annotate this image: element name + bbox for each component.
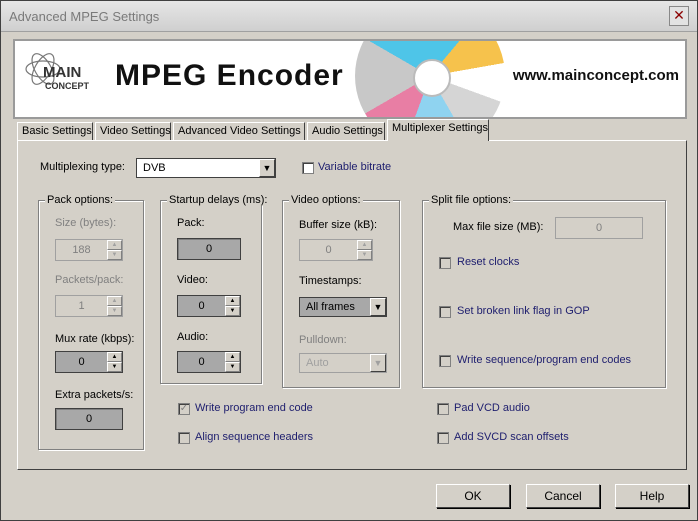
write-program-end-checkbox[interactable]: ✓ — [178, 403, 190, 415]
chevron-down-icon: ▼ — [259, 159, 275, 177]
ok-button[interactable]: OK — [436, 484, 510, 508]
multiplexer-panel: Multiplexing type: DVB ▼ Variable bitrat… — [17, 140, 687, 470]
chevron-down-icon: ▼ — [370, 298, 386, 316]
pulldown-label: Pulldown: — [299, 334, 347, 346]
startup-audio-value: 0 — [198, 356, 205, 368]
startup-delays-group: Startup delays (ms): Pack: 0 Video: 0 ▲ ▼… — [160, 194, 270, 384]
window-title: Advanced MPEG Settings — [9, 9, 160, 24]
packets-per-pack-value: 1 — [78, 300, 85, 312]
product-banner: MAIN CONCEPT MPEG Encoder www.mainconcep… — [13, 39, 687, 119]
spin-down-icon[interactable]: ▼ — [357, 250, 372, 260]
video-options-title: Video options: — [289, 194, 363, 206]
title-bar: Advanced MPEG Settings ✕ — [1, 1, 697, 32]
buffer-size-stepper[interactable]: 0 ▲ ▼ — [299, 239, 373, 261]
write-sequence-end-checkbox[interactable] — [439, 355, 451, 367]
spin-down-icon[interactable]: ▼ — [107, 362, 122, 372]
help-button[interactable]: Help — [615, 484, 689, 508]
tab-advanced-video-settings[interactable]: Advanced Video Settings — [173, 122, 305, 141]
disc-graphic-icon — [355, 41, 505, 117]
cancel-button[interactable]: Cancel — [526, 484, 600, 508]
pack-size-value: 188 — [72, 244, 91, 256]
pulldown-select[interactable]: Auto ▼ — [299, 353, 387, 373]
multiplexing-type-label: Multiplexing type: — [40, 161, 125, 173]
startup-pack-field[interactable]: 0 — [177, 238, 241, 260]
pad-vcd-audio-label: Pad VCD audio — [454, 402, 530, 414]
spin-down-icon[interactable]: ▼ — [107, 306, 122, 316]
video-options-group: Video options: Buffer size (kB): 0 ▲ ▼ Ti… — [282, 194, 400, 388]
multiplexing-type-value: DVB — [143, 162, 166, 174]
broken-link-label: Set broken link flag in GOP — [457, 305, 590, 317]
write-program-end-label: Write program end code — [195, 402, 313, 414]
product-title: MPEG Encoder — [115, 59, 344, 92]
mux-rate-label: Mux rate (kbps): — [55, 333, 135, 345]
split-file-options-group: Split file options: Max file size (MB): … — [422, 194, 666, 388]
tab-basic-settings[interactable]: Basic Settings — [17, 122, 93, 141]
add-svcd-offsets-checkbox[interactable] — [437, 432, 449, 444]
tab-audio-settings[interactable]: Audio Settings — [307, 122, 385, 141]
extra-packets-label: Extra packets/s: — [55, 389, 134, 401]
tab-multiplexer-settings[interactable]: Multiplexer Settings — [387, 119, 489, 141]
pack-size-label: Size (bytes): — [55, 217, 117, 229]
variable-bitrate-checkbox[interactable] — [302, 162, 314, 174]
spin-down-icon[interactable]: ▼ — [225, 362, 240, 372]
startup-delays-title: Startup delays (ms): — [167, 194, 270, 206]
pad-vcd-audio-checkbox[interactable] — [437, 403, 449, 415]
mux-rate-stepper[interactable]: 0 ▲ ▼ — [55, 351, 123, 373]
spin-up-icon[interactable]: ▲ — [107, 240, 122, 250]
align-sequence-headers-label: Align sequence headers — [195, 431, 314, 443]
spin-up-icon[interactable]: ▲ — [107, 352, 122, 362]
max-file-size-label: Max file size (MB): — [453, 221, 544, 233]
spin-up-icon[interactable]: ▲ — [107, 296, 122, 306]
buffer-size-value: 0 — [325, 244, 332, 256]
advanced-mpeg-settings-dialog: Advanced MPEG Settings ✕ MAIN CONCEPT MP… — [0, 0, 698, 521]
multiplexing-type-select[interactable]: DVB ▼ — [136, 158, 276, 178]
spin-down-icon[interactable]: ▼ — [107, 250, 122, 260]
pulldown-value: Auto — [306, 357, 329, 369]
pack-size-stepper[interactable]: 188 ▲ ▼ — [55, 239, 123, 261]
startup-audio-stepper[interactable]: 0 ▲ ▼ — [177, 351, 241, 373]
spin-up-icon[interactable]: ▲ — [225, 296, 240, 306]
split-file-options-title: Split file options: — [429, 194, 514, 206]
startup-audio-label: Audio: — [177, 331, 209, 343]
spin-down-icon[interactable]: ▼ — [225, 306, 240, 316]
align-sequence-headers-checkbox[interactable] — [178, 432, 190, 444]
spin-up-icon[interactable]: ▲ — [357, 240, 372, 250]
website-text: www.mainconcept.com — [512, 67, 679, 84]
timestamps-select[interactable]: All frames ▼ — [299, 297, 387, 317]
close-icon: ✕ — [673, 7, 685, 23]
startup-video-label: Video: — [177, 274, 208, 286]
startup-pack-label: Pack: — [177, 217, 205, 229]
close-button[interactable]: ✕ — [669, 6, 689, 26]
variable-bitrate-label: Variable bitrate — [318, 161, 392, 173]
broken-link-checkbox[interactable] — [439, 306, 451, 318]
reset-clocks-checkbox[interactable] — [439, 257, 451, 269]
timestamps-label: Timestamps: — [299, 275, 362, 287]
extra-packets-field[interactable]: 0 — [55, 408, 123, 430]
buffer-size-label: Buffer size (kB): — [299, 219, 378, 231]
add-svcd-offsets-label: Add SVCD scan offsets — [454, 431, 569, 443]
chevron-down-icon: ▼ — [370, 354, 386, 372]
spin-up-icon[interactable]: ▲ — [225, 352, 240, 362]
checkmark-icon: ✓ — [179, 403, 189, 414]
write-sequence-end-label: Write sequence/program end codes — [457, 354, 632, 366]
logo-sub-text: CONCEPT — [45, 81, 90, 91]
packets-per-pack-stepper[interactable]: 1 ▲ ▼ — [55, 295, 123, 317]
startup-video-stepper[interactable]: 0 ▲ ▼ — [177, 295, 241, 317]
logo-main-text: MAIN — [43, 64, 82, 81]
packets-per-pack-label: Packets/pack: — [55, 274, 124, 286]
reset-clocks-label: Reset clocks — [457, 256, 520, 268]
startup-video-value: 0 — [198, 300, 205, 312]
tab-video-settings[interactable]: Video Settings — [95, 122, 171, 141]
pack-options-group: Pack options: Size (bytes): 188 ▲ ▼ Packe… — [38, 194, 144, 450]
mux-rate-value: 0 — [78, 356, 85, 368]
max-file-size-field[interactable]: 0 — [555, 217, 643, 239]
timestamps-value: All frames — [306, 301, 355, 313]
pack-options-title: Pack options: — [45, 194, 116, 206]
